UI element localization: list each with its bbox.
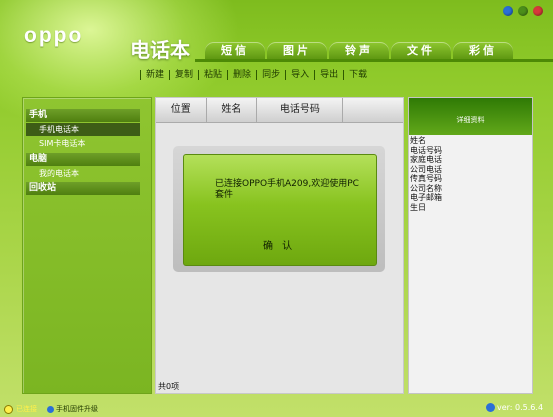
export-button[interactable]: 导出 <box>314 70 343 80</box>
app-window: oppo 电话本 短信 图片 铃声 文件 彩信 新建 复制 粘贴 删除 同步 导… <box>0 0 553 417</box>
sidebar-section-recycle-bin[interactable]: 回收站 <box>26 182 140 195</box>
column-spacer <box>343 98 403 122</box>
sync-button[interactable]: 同步 <box>256 70 285 80</box>
dialog-message: 已连接OPPO手机A209,欢迎使用PC套件 <box>215 179 359 200</box>
page-title: 电话本 <box>130 38 190 62</box>
status-text: 已连接 <box>16 405 37 413</box>
copy-button[interactable]: 复制 <box>169 70 198 80</box>
details-fields: 姓名 电话号码 家庭电话 公司电话 传真号码 公司名称 电子邮箱 生日 <box>410 136 442 212</box>
version-text: ver: 0.5.6.4 <box>497 403 544 412</box>
connection-status: 已连接 <box>4 404 37 414</box>
sidebar-item-phone-contacts[interactable]: 手机电话本 <box>26 123 140 136</box>
bluetooth-icon[interactable] <box>503 6 513 16</box>
tab-files[interactable]: 文件 <box>391 42 451 59</box>
sidebar-item-sim-contacts[interactable]: SIM卡电话本 <box>26 137 140 150</box>
upgrade-text: 手机固件升级 <box>56 405 98 413</box>
window-controls <box>503 6 543 16</box>
dialog-body: 已连接OPPO手机A209,欢迎使用PC套件 确 认 <box>183 154 377 266</box>
field-email-label: 电子邮箱 <box>410 193 442 202</box>
main-tabs: 短信 图片 铃声 文件 彩信 <box>205 42 513 59</box>
close-icon[interactable] <box>533 6 543 16</box>
paste-button[interactable]: 粘贴 <box>198 70 227 80</box>
sidebar-item-my-contacts[interactable]: 我的电话本 <box>26 167 140 180</box>
field-work-phone-label: 公司电话 <box>410 164 442 174</box>
connection-dialog: 已连接OPPO手机A209,欢迎使用PC套件 确 认 <box>173 146 385 272</box>
sidebar: 手机 手机电话本 SIM卡电话本 电脑 我的电话本 回收站 <box>22 97 152 394</box>
sidebar-section-phone[interactable]: 手机 <box>26 109 140 122</box>
field-phone-label: 电话号码 <box>410 145 442 155</box>
tab-divider <box>195 59 553 62</box>
contact-list: 位置 姓名 电话号码 已连接OPPO手机A209,欢迎使用PC套件 确 认 共0… <box>155 97 404 394</box>
upgrade-icon <box>47 405 54 413</box>
confirm-button[interactable]: 确 认 <box>263 237 295 252</box>
toolbar: 新建 复制 粘贴 删除 同步 导入 导出 下载 <box>140 70 372 80</box>
version-info: ver: 0.5.6.4 <box>486 403 543 412</box>
field-name-label: 姓名 <box>410 136 426 145</box>
item-count: 共0项 <box>158 382 180 391</box>
column-location[interactable]: 位置 <box>156 98 207 122</box>
firmware-upgrade-link[interactable]: 手机固件升级 <box>47 404 98 414</box>
minimize-icon[interactable] <box>518 6 528 16</box>
connected-icon <box>4 404 13 414</box>
details-title: 详细资料 <box>456 116 485 124</box>
column-phone[interactable]: 电话号码 <box>257 98 344 122</box>
sidebar-section-pc[interactable]: 电脑 <box>26 153 140 166</box>
field-birthday-label: 生日 <box>410 202 426 212</box>
tab-ringtones[interactable]: 铃声 <box>329 42 389 59</box>
details-panel: 详细资料 姓名 电话号码 家庭电话 公司电话 传真号码 公司名称 电子邮箱 生日 <box>408 97 533 394</box>
oppo-logo: oppo <box>24 24 84 47</box>
column-name[interactable]: 姓名 <box>207 98 258 122</box>
field-company-label: 公司名称 <box>410 183 442 193</box>
delete-button[interactable]: 删除 <box>227 70 256 80</box>
tab-mms[interactable]: 彩信 <box>453 42 513 59</box>
tab-sms[interactable]: 短信 <box>205 42 265 59</box>
new-button[interactable]: 新建 <box>140 70 169 80</box>
field-home-phone-label: 家庭电话 <box>410 155 442 164</box>
tab-pictures[interactable]: 图片 <box>267 42 327 59</box>
download-button[interactable]: 下载 <box>343 70 372 80</box>
table-header: 位置 姓名 电话号码 <box>156 98 403 123</box>
globe-icon <box>486 403 495 412</box>
details-header: 详细资料 <box>409 98 532 135</box>
field-fax-label: 传真号码 <box>410 174 442 183</box>
import-button[interactable]: 导入 <box>285 70 314 80</box>
